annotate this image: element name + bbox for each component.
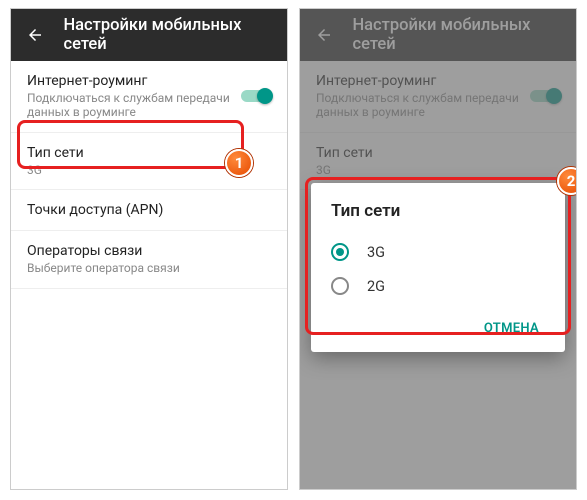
item-sublabel: Выберите оператора связи xyxy=(27,261,271,275)
screen-dialog: Настройки мобильных сетей Интернет-роуми… xyxy=(299,8,577,490)
radio-unselected-icon xyxy=(331,277,349,295)
back-icon[interactable] xyxy=(25,24,45,46)
network-type-dialog: Тип сети 3G 2G ОТМЕНА xyxy=(311,183,565,352)
appbar-title: Настройки мобильных сетей xyxy=(63,16,273,54)
item-operators[interactable]: Операторы связи Выберите оператора связи xyxy=(11,231,287,288)
radio-label: 2G xyxy=(367,278,385,295)
screen-settings: Настройки мобильных сетей Интернет-роуми… xyxy=(10,8,288,490)
item-apn[interactable]: Точки доступа (APN) xyxy=(11,190,287,231)
item-label: Операторы связи xyxy=(27,243,271,259)
cancel-button[interactable]: ОТМЕНА xyxy=(478,313,545,344)
item-label: Интернет-роуминг xyxy=(27,73,231,89)
annotation-badge-1: 1 xyxy=(225,149,253,177)
radio-option-3g[interactable]: 3G xyxy=(331,235,545,269)
item-sublabel: Подключаться к службам передачи данных в… xyxy=(27,91,231,120)
item-label: Точки доступа (APN) xyxy=(27,202,271,218)
appbar: Настройки мобильных сетей xyxy=(11,9,287,61)
radio-label: 3G xyxy=(367,244,385,261)
roaming-switch[interactable] xyxy=(239,88,273,104)
annotation-badge-2: 2 xyxy=(557,167,577,195)
item-roaming[interactable]: Интернет-роуминг Подключаться к службам … xyxy=(11,61,287,133)
radio-selected-icon xyxy=(331,243,349,261)
dialog-title: Тип сети xyxy=(331,201,545,221)
radio-option-2g[interactable]: 2G xyxy=(331,269,545,303)
